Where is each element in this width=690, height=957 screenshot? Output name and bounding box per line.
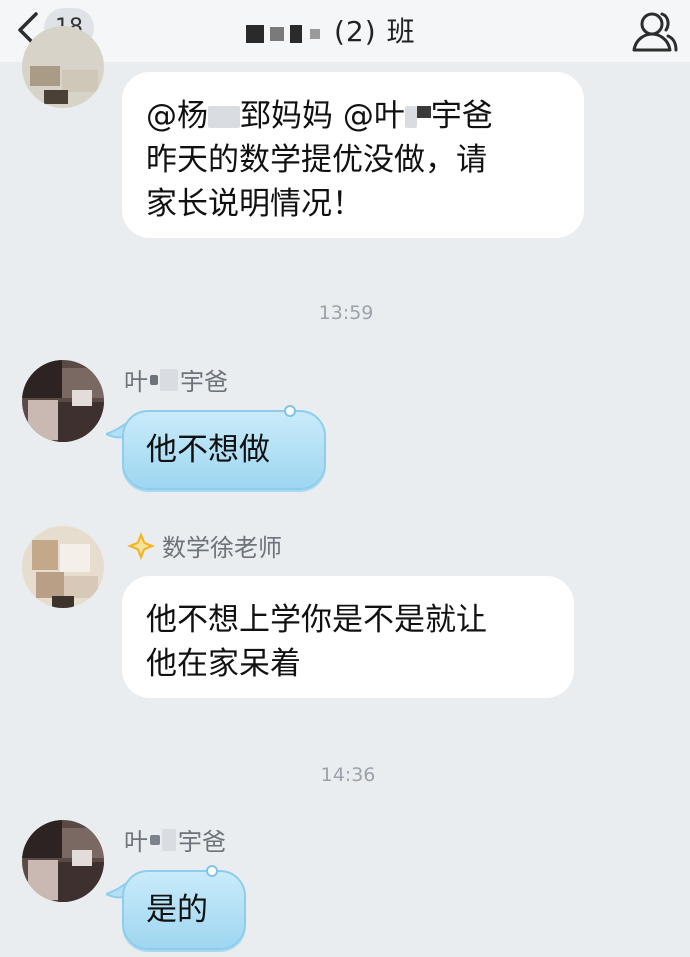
name-redaction <box>162 828 176 851</box>
name-redaction <box>160 368 178 391</box>
name-redaction <box>416 106 431 118</box>
avatar[interactable] <box>22 526 104 608</box>
sender-name: 叶 宇爸 <box>124 368 228 396</box>
message-line: 昨天的数学提优没做，请 <box>146 142 487 178</box>
message-bubble[interactable]: 是的 <box>122 870 246 950</box>
avatar[interactable] <box>22 360 104 442</box>
timestamp: 14:36 <box>320 764 376 786</box>
name-redaction <box>404 106 417 128</box>
bubble-decoration <box>206 865 218 877</box>
group-members-icon[interactable] <box>630 8 678 54</box>
message-bubble[interactable]: 他不想做 <box>122 410 326 490</box>
bubble-decoration <box>284 405 296 417</box>
name-redaction <box>150 374 158 385</box>
sender-name: 叶 宇爸 <box>124 828 226 856</box>
message-line: 家长说明情况！ <box>146 186 363 222</box>
diamond-star-icon <box>127 531 155 560</box>
avatar[interactable] <box>22 820 104 902</box>
name-redaction <box>208 106 240 128</box>
message-line: @杨 郅妈妈 @叶 宇爸 <box>146 98 493 134</box>
message-line: 他在家呆着 <box>146 646 301 682</box>
name-redaction <box>150 834 160 845</box>
chat-title[interactable]: (2) 班 <box>240 10 416 50</box>
message-line: 他不想上学你是不是就让 <box>146 602 487 638</box>
message-bubble[interactable]: 他不想上学你是不是就让 他在家呆着 <box>122 576 574 698</box>
chat-title-text: (2) 班 <box>334 15 416 48</box>
message-bubble[interactable]: @杨 郅妈妈 @叶 宇爸 昨天的数学提优没做，请 家长说明情况！ <box>122 72 584 238</box>
sender-name: 数学徐老师 <box>126 528 282 563</box>
avatar[interactable] <box>22 26 104 108</box>
timestamp: 13:59 <box>318 302 374 324</box>
title-redaction <box>240 17 324 43</box>
